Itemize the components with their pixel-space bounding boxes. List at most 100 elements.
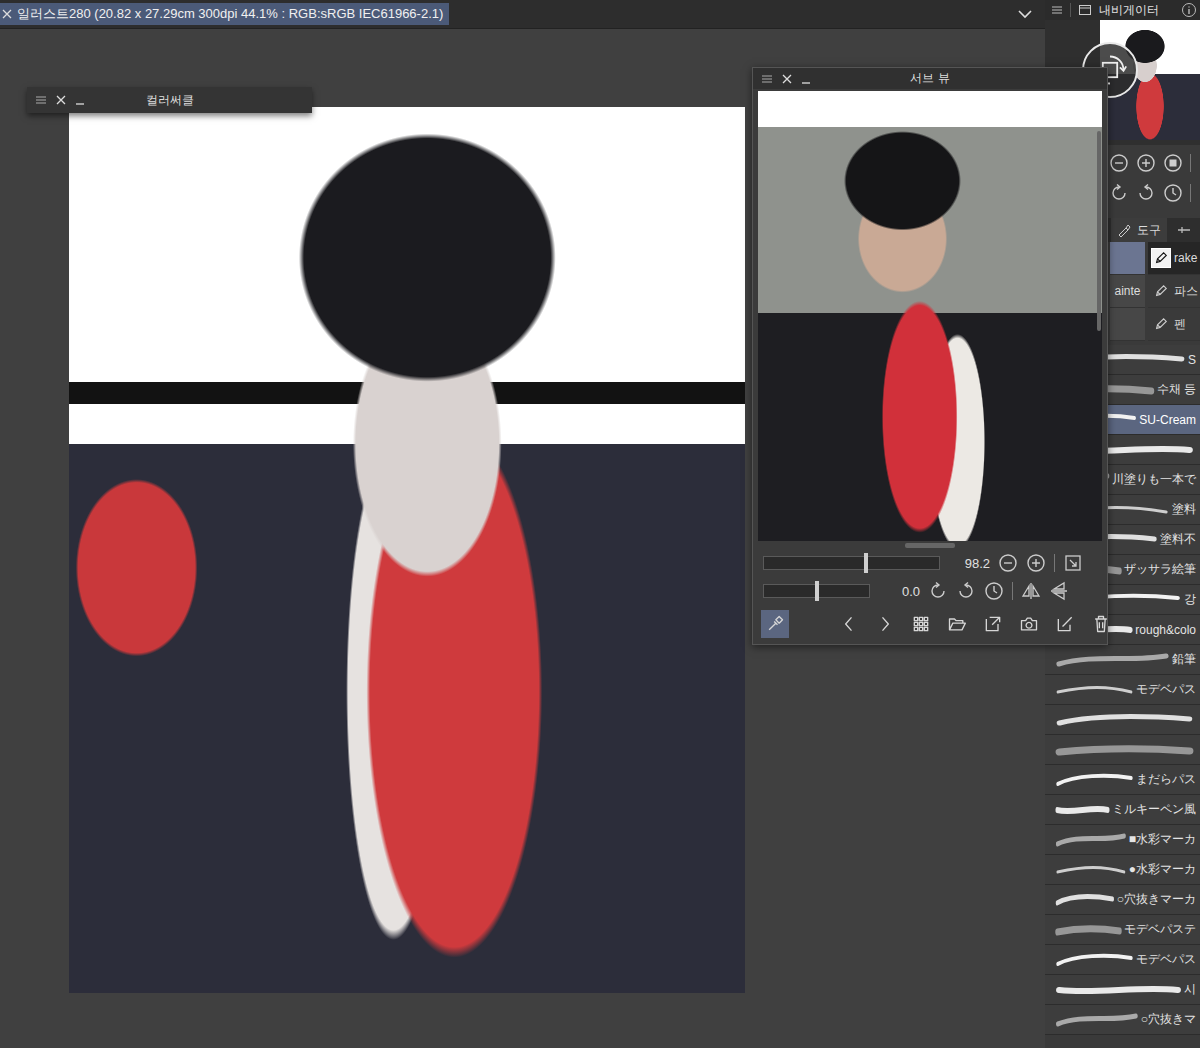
brush-stroke-icon — [1055, 890, 1115, 910]
brush-item[interactable] — [1045, 705, 1200, 735]
rotate-right-icon[interactable] — [1136, 183, 1156, 203]
reset-rotation-icon[interactable] — [1163, 183, 1183, 203]
brush-item[interactable]: モデベパステ — [1045, 915, 1200, 945]
navigator-zoom-row — [1109, 150, 1200, 176]
divider — [1054, 554, 1055, 572]
sub-view-window[interactable]: 서브 뷰 98.2 0.0 — [752, 67, 1108, 645]
sub-view-tool-button[interactable] — [1051, 610, 1079, 638]
sub-view-tool-button[interactable] — [871, 610, 899, 638]
brush-label: ■水彩マーカ — [1129, 831, 1196, 848]
minimize-icon[interactable] — [75, 95, 85, 105]
scroll-handle[interactable] — [905, 543, 955, 548]
zoom-in-icon[interactable] — [1136, 153, 1156, 173]
sub-view-tool-button[interactable] — [979, 610, 1007, 638]
zoom-slider[interactable] — [763, 556, 940, 570]
eyedropper-icon — [765, 614, 785, 634]
brush-label: S — [1188, 353, 1196, 367]
brush-label: 塗料 — [1172, 501, 1196, 518]
slider-knob[interactable] — [864, 553, 868, 573]
subtool-item[interactable]: 펜 — [1148, 308, 1200, 341]
subtool-label: 파스 — [1174, 283, 1198, 300]
window-controls — [35, 94, 95, 106]
fit-window-icon[interactable] — [1063, 553, 1083, 573]
brush-label: 川塗りも一本で — [1112, 471, 1196, 488]
brush-stroke-icon — [1055, 1010, 1139, 1030]
document-tab-bar: 일러스트280 (20.82 x 27.29cm 300dpi 44.1% : … — [0, 0, 1045, 29]
sub-view-tool-button[interactable] — [1015, 610, 1043, 638]
brush-item[interactable] — [1045, 735, 1200, 765]
menu-icon[interactable] — [35, 94, 47, 106]
zoom-in-icon[interactable] — [1026, 553, 1046, 573]
brush-label: 수채 등 — [1157, 381, 1196, 398]
document-tab[interactable]: 일러스트280 (20.82 x 27.29cm 300dpi 44.1% : … — [0, 3, 449, 25]
fit-icon[interactable] — [1163, 153, 1183, 173]
sub-view-tool-button[interactable] — [835, 610, 863, 638]
pen-icon — [1151, 248, 1171, 268]
close-icon[interactable] — [56, 95, 66, 105]
rotate-right-icon[interactable] — [956, 581, 976, 601]
sub-view-tool-button[interactable] — [761, 610, 789, 638]
minimize-icon[interactable] — [801, 74, 811, 84]
brush-item[interactable]: ○穴抜きマーカ — [1045, 885, 1200, 915]
slider-knob[interactable] — [815, 581, 819, 601]
brush-item[interactable]: モデベパス — [1045, 675, 1200, 705]
rotate-left-icon[interactable] — [928, 581, 948, 601]
brush-stroke-icon — [1055, 830, 1127, 850]
brush-item[interactable]: ●水彩マーカ — [1045, 855, 1200, 885]
brush-item[interactable]: 鉛筆 — [1045, 645, 1200, 675]
brush-stroke-icon — [1055, 680, 1134, 700]
rotate-left-icon[interactable] — [1109, 183, 1129, 203]
subtool-group[interactable]: ainte — [1110, 275, 1145, 308]
brush-stroke-icon — [1055, 770, 1134, 790]
brush-stroke-preview — [1055, 920, 1122, 940]
brush-stroke-preview — [1055, 770, 1134, 790]
brush-item[interactable]: ミルキーペン風 — [1045, 795, 1200, 825]
flip-vertical-icon[interactable] — [1049, 581, 1069, 601]
navigator-header: 내비게이터 — [1045, 0, 1200, 20]
menu-icon[interactable] — [761, 73, 773, 85]
sub-view-tool-button[interactable] — [907, 610, 935, 638]
subtool-group[interactable] — [1110, 308, 1145, 341]
close-icon[interactable] — [2, 9, 12, 19]
divider — [1070, 3, 1071, 17]
brush-label: モデベパス — [1136, 951, 1196, 968]
settings-slider-icon[interactable] — [1177, 223, 1191, 237]
brush-item[interactable]: まだらパス — [1045, 765, 1200, 795]
edit-icon — [1055, 614, 1075, 634]
zoom-out-icon[interactable] — [1109, 153, 1129, 173]
info-icon[interactable] — [1181, 2, 1197, 18]
sub-view-tool-button[interactable] — [1087, 610, 1115, 638]
zoom-reading: 98.2 — [948, 556, 990, 571]
brush-item[interactable]: ■水彩マーカ — [1045, 825, 1200, 855]
chevron-left-icon — [839, 614, 859, 634]
brush-item[interactable]: 시 — [1045, 975, 1200, 1005]
brush-stroke-icon — [1055, 650, 1170, 670]
navigator-rotate-row — [1109, 180, 1200, 206]
brush-item[interactable]: モデベパス — [1045, 945, 1200, 975]
zoom-out-icon[interactable] — [998, 553, 1018, 573]
flip-horizontal-icon[interactable] — [1021, 581, 1041, 601]
brush-label: SU-Cream — [1139, 413, 1196, 427]
subtool-group[interactable] — [1110, 242, 1145, 275]
rotation-slider[interactable] — [763, 584, 870, 598]
divider — [1012, 582, 1013, 600]
subtool-item[interactable]: 파스 — [1148, 275, 1200, 308]
subtool-item[interactable]: rake — [1148, 242, 1200, 275]
close-icon[interactable] — [782, 74, 792, 84]
reference-photo — [758, 127, 1102, 541]
sub-view-titlebar[interactable]: 서브 뷰 — [753, 68, 1107, 89]
reference-image[interactable] — [758, 91, 1102, 541]
pen-icon — [1151, 281, 1171, 301]
brush-item[interactable]: ○穴抜きマ — [1045, 1005, 1200, 1035]
color-circle-panel[interactable]: 컬러써클 — [27, 87, 312, 113]
menu-icon[interactable] — [1051, 4, 1063, 16]
chevron-down-icon[interactable] — [1017, 9, 1033, 19]
illustration-canvas[interactable] — [69, 107, 745, 993]
tool-tab[interactable]: 도구 — [1111, 218, 1167, 242]
subtool-label: 펜 — [1174, 316, 1186, 333]
sub-view-tool-button[interactable] — [943, 610, 971, 638]
rotation-reading: 0.0 — [878, 584, 920, 599]
reset-rotation-icon[interactable] — [984, 581, 1004, 601]
sub-view-toolbar — [758, 608, 1102, 640]
vertical-scrollbar[interactable] — [1097, 131, 1101, 331]
